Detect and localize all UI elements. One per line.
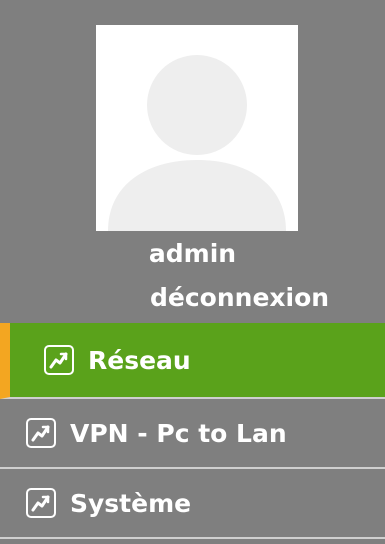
sidebar-item-reseau[interactable]: Réseau: [0, 323, 385, 399]
chart-line-icon: [44, 345, 74, 375]
chart-line-icon: [26, 418, 56, 448]
username: admin: [148, 239, 237, 268]
chart-line-icon: [26, 488, 56, 518]
sidebar-nav: Réseau VPN - Pc to Lan Système: [0, 323, 385, 539]
user-avatar: [96, 25, 298, 231]
sidebar-item-label: Réseau: [88, 345, 191, 375]
logout-link[interactable]: déconnexion: [150, 280, 329, 316]
sidebar-item-vpn[interactable]: VPN - Pc to Lan: [0, 399, 385, 469]
sidebar-item-label: Système: [70, 488, 192, 518]
user-silhouette-icon: [108, 55, 286, 231]
sidebar-item-systeme[interactable]: Système: [0, 469, 385, 539]
sidebar-item-label: VPN - Pc to Lan: [70, 418, 287, 448]
sidebar: admin déconnexion Réseau VPN - Pc to Lan: [0, 0, 385, 544]
